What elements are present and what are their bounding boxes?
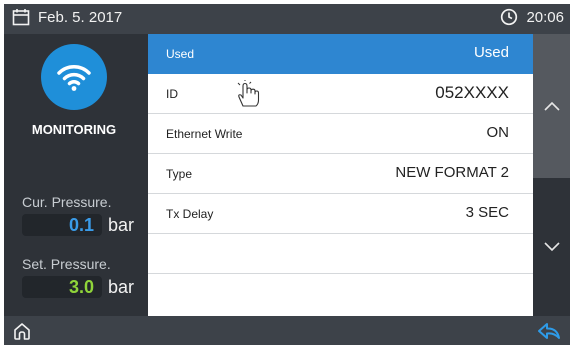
list-header-label: Used bbox=[166, 47, 195, 61]
date-display: Feb. 5. 2017 bbox=[12, 8, 122, 26]
home-icon bbox=[14, 323, 30, 340]
current-pressure-value: 0.1 bbox=[68, 215, 94, 235]
clock-icon bbox=[501, 8, 518, 26]
current-pressure-box: 0.1 bbox=[22, 214, 102, 236]
time-text: 20:06 bbox=[526, 8, 564, 26]
back-arrow-icon bbox=[538, 323, 560, 339]
list-row-ethernet-write[interactable]: Ethernet Write ON bbox=[148, 114, 533, 154]
list-row-value: NEW FORMAT 2 bbox=[395, 164, 509, 181]
calendar-icon bbox=[12, 9, 30, 26]
settings-list: Used Used ID 052XXXX Ethernet Write ON T… bbox=[148, 34, 533, 316]
chevron-up-icon bbox=[543, 101, 560, 111]
mode-label: MONITORING bbox=[31, 122, 117, 137]
list-row-id[interactable]: ID 052XXXX bbox=[148, 74, 533, 114]
top-bar: Feb. 5. 2017 20:06 bbox=[4, 4, 570, 34]
chevron-down-icon bbox=[543, 242, 560, 252]
list-row-value: 3 SEC bbox=[465, 204, 509, 221]
time-display: 20:06 bbox=[500, 8, 564, 26]
list-row-type[interactable]: Type NEW FORMAT 2 bbox=[148, 154, 533, 194]
list-row-empty bbox=[148, 234, 533, 274]
set-pressure-unit: bar bbox=[108, 277, 135, 297]
device-screen: Feb. 5. 2017 20:06 MONITORING Cur. Press… bbox=[4, 4, 570, 345]
list-header-value: Used bbox=[473, 44, 509, 61]
monitoring-mode-button[interactable] bbox=[41, 44, 107, 110]
back-button[interactable] bbox=[536, 319, 562, 343]
current-pressure-unit: bar bbox=[108, 215, 135, 235]
list-row-label: Type bbox=[166, 167, 193, 181]
list-row-label: ID bbox=[166, 87, 178, 101]
scroll-down-button[interactable] bbox=[533, 178, 570, 316]
set-pressure-label: Set. Pressure. bbox=[22, 256, 111, 272]
list-row-tx-delay[interactable]: Tx Delay 3 SEC bbox=[148, 194, 533, 234]
list-row-label: Ethernet Write bbox=[166, 127, 243, 141]
current-pressure-label: Cur. Pressure. bbox=[22, 194, 112, 210]
left-panel: MONITORING Cur. Pressure. 0.1 bar Set. P… bbox=[4, 34, 148, 316]
list-row-label: Tx Delay bbox=[166, 207, 214, 221]
list-header-used[interactable]: Used Used bbox=[148, 34, 533, 74]
set-pressure-box: 3.0 bbox=[22, 276, 102, 298]
bottom-bar bbox=[4, 316, 570, 345]
home-button[interactable] bbox=[10, 319, 34, 343]
list-row-value: 052XXXX bbox=[435, 83, 509, 102]
hand-pointer-icon bbox=[237, 80, 260, 107]
scroll-up-button[interactable] bbox=[533, 34, 570, 178]
scroll-panel bbox=[533, 34, 570, 316]
set-pressure-value: 3.0 bbox=[68, 277, 94, 297]
date-text: Feb. 5. 2017 bbox=[38, 8, 123, 26]
list-row-value: ON bbox=[486, 124, 510, 141]
wifi-icon bbox=[57, 65, 91, 91]
